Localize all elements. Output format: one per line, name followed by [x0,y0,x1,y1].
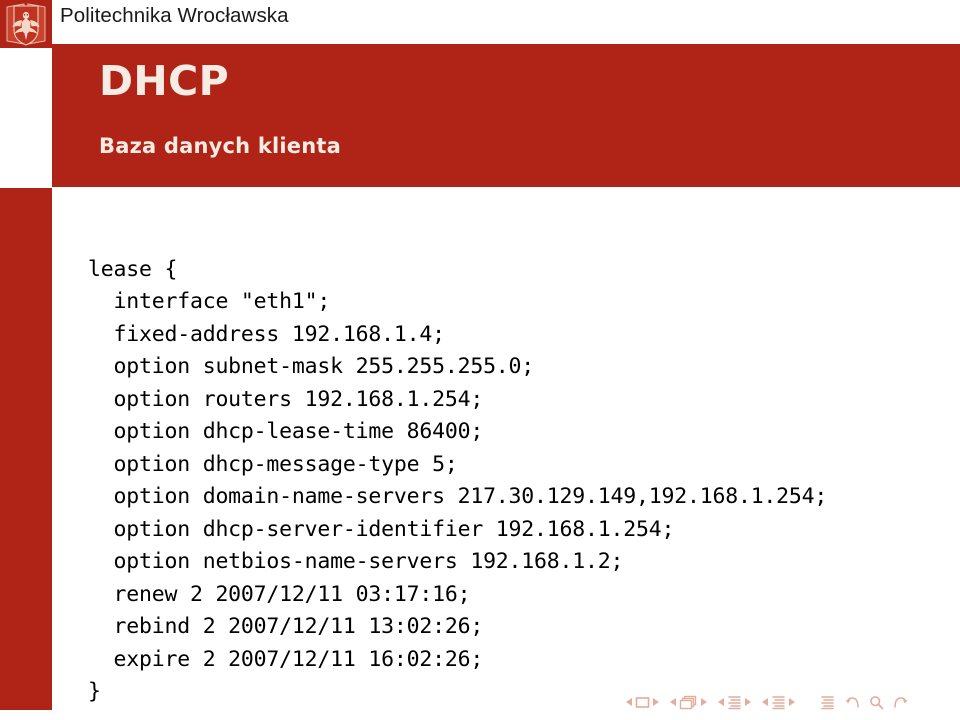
next-section-icon[interactable] [789,698,795,706]
next-slide-icon[interactable] [653,698,659,706]
code-line: option dhcp-message-type 5; [88,451,458,477]
section-navigation-group[interactable] [762,695,795,710]
next-subsection-icon[interactable] [745,698,751,706]
previous-subsection-icon[interactable] [718,698,724,706]
forward-arrow-icon[interactable] [892,695,908,710]
code-line: expire 2 2007/12/11 16:02:26; [88,646,484,672]
page-subtitle: Baza danych klienta [99,134,341,158]
document-lines-icon[interactable] [820,695,835,710]
code-line: option dhcp-server-identifier 192.168.1.… [88,516,675,542]
code-line: lease { [88,256,178,282]
next-frame-icon[interactable] [701,698,707,706]
previous-slide-icon[interactable] [626,698,632,706]
previous-frame-icon[interactable] [670,698,676,706]
code-line: option domain-name-servers 217.30.129.14… [88,484,828,509]
code-line: option dhcp-lease-time 86400; [88,419,484,444]
code-line: rebind 2 2007/12/11 13:02:26; [88,614,484,639]
back-arrow-icon[interactable] [845,695,861,710]
code-line: option subnet-mask 255.255.255.0; [88,354,535,379]
document-navigation-group[interactable] [845,695,908,710]
university-logo [0,0,52,48]
institution-name: Politechnika Wrocławska [60,4,289,27]
code-line: renew 2 2007/12/11 03:17:16; [88,581,471,607]
previous-section-icon[interactable] [762,698,768,706]
frames-stack-icon[interactable] [679,695,698,710]
lease-config-code-block: lease { interface "eth1"; fixed-address … [88,254,948,709]
slide-navigation-group[interactable] [626,696,659,709]
code-line: option netbios-name-servers 192.168.1.2; [88,549,624,574]
title-band-left-notch [0,48,52,187]
frame-navigation-group[interactable] [670,695,707,710]
page-title: DHCP [99,57,230,105]
wroclaw-university-of-technology-crest-icon [0,0,52,48]
code-line: option routers 192.168.1.254; [88,386,484,412]
sidebar-accent-bar [0,188,52,710]
brand-header: Politechnika Wrocławska [0,0,960,48]
slide-icon[interactable] [635,696,650,709]
code-line: interface "eth1"; [88,289,331,314]
beamer-navigation-bar[interactable] [626,691,908,713]
magnifier-icon[interactable] [869,695,884,710]
slide-title-band: DHCP Baza danych klienta [0,48,960,187]
code-line: fixed-address 192.168.1.4; [88,321,445,347]
subsection-navigation-group[interactable] [718,695,751,710]
subsection-lines-icon[interactable] [727,695,742,710]
section-lines-icon[interactable] [771,695,786,710]
